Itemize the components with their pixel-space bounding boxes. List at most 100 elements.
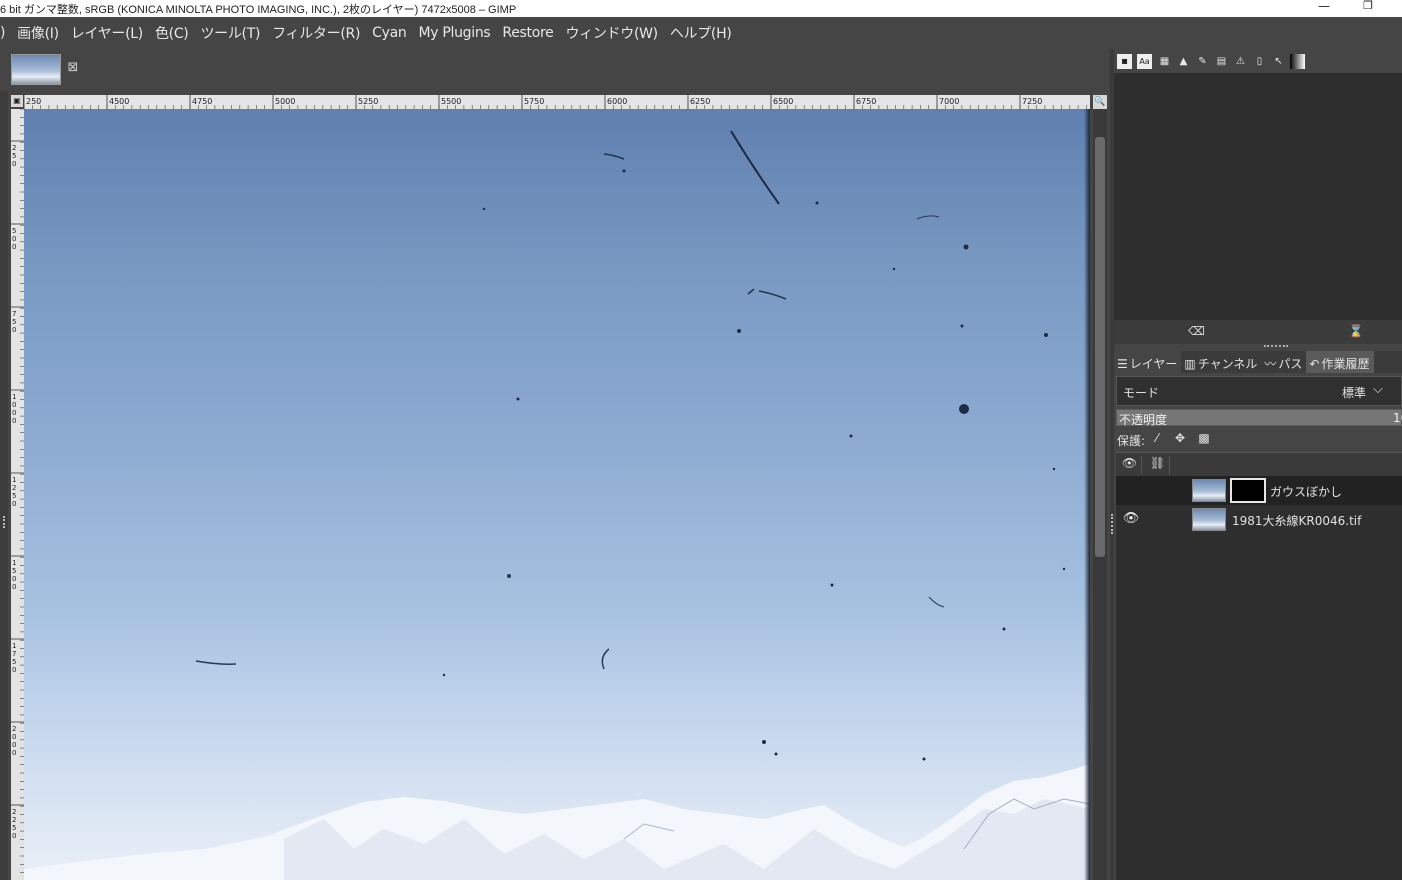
- menu-image[interactable]: 画像(I): [17, 23, 59, 43]
- reset-tool-options-icon[interactable]: ⌫: [1188, 324, 1205, 340]
- resize-grip[interactable]: [3, 516, 5, 528]
- vertical-scrollbar-thumb[interactable]: [1095, 137, 1105, 557]
- menu-restore[interactable]: Restore: [502, 25, 553, 41]
- ruler-label: 5250: [358, 97, 378, 106]
- ruler-label: 0: [12, 832, 16, 840]
- image-tab-bar: ⊠: [0, 49, 1110, 91]
- restore-button[interactable]: ❐: [1348, 0, 1388, 17]
- left-dock-strip[interactable]: [0, 91, 8, 880]
- vertical-ruler-ticks: 250500750100012501500175020002250: [11, 109, 24, 873]
- minimize-button[interactable]: —: [1304, 0, 1344, 17]
- opacity-slider[interactable]: 不透明度 10: [1116, 409, 1402, 427]
- chain-header-link-icon[interactable]: ⛓: [1146, 456, 1170, 474]
- paths-icon: 〰: [1264, 357, 1277, 371]
- close-tab-icon[interactable]: ⊠: [66, 61, 80, 75]
- layer-row-base[interactable]: 👁 1981大糸線KR0046.tif: [1116, 505, 1402, 534]
- menu-filters[interactable]: フィルター(R): [272, 23, 360, 43]
- ruler-label: 6250: [690, 97, 710, 106]
- ruler-label: 5000: [275, 97, 295, 106]
- menu-help[interactable]: ヘルプ(H): [670, 23, 732, 43]
- layer-mask-thumbnail[interactable]: [1230, 478, 1266, 503]
- ruler-label: 0: [12, 666, 16, 674]
- menu-partial[interactable]: ): [0, 25, 5, 41]
- zoom-fit-icon[interactable]: 🔍: [1093, 95, 1107, 109]
- tool-options-panel: [1114, 73, 1402, 320]
- lock-position-move-icon[interactable]: ✥: [1172, 431, 1188, 447]
- menu-colors[interactable]: 色(C): [155, 23, 189, 43]
- layers-list-header: 👁 ⛓: [1116, 452, 1402, 476]
- lock-pixels-brush-icon[interactable]: ⁄: [1149, 431, 1165, 447]
- ruler-label: 5: [12, 227, 16, 235]
- quick-mask-toggle-icon[interactable]: ▣: [11, 95, 23, 107]
- save-tool-preset-icon[interactable]: ⌛: [1348, 324, 1364, 340]
- ruler-label: 2: [12, 725, 16, 733]
- menu-my-plugins[interactable]: My Plugins: [418, 25, 490, 41]
- ruler-label: 2: [12, 144, 16, 152]
- canvas-edge-shadow: [1084, 109, 1090, 880]
- ruler-label: 2: [12, 808, 16, 816]
- photo-content: [24, 130, 1090, 880]
- ruler-label: 7000: [939, 97, 959, 106]
- layer-name[interactable]: 1981大糸線KR0046.tif: [1232, 512, 1361, 529]
- tab-channels[interactable]: ▥ チャンネル: [1181, 351, 1261, 373]
- ruler-label: 5: [12, 567, 16, 575]
- ruler-label: 4750: [192, 97, 212, 106]
- brushes-tab-icon[interactable]: ✎: [1195, 54, 1210, 69]
- warning-tab-icon[interactable]: ⚠: [1233, 54, 1248, 69]
- histogram-tab-icon[interactable]: ▲: [1176, 54, 1191, 69]
- ruler-label: 0: [12, 409, 16, 417]
- layer-thumbnail[interactable]: [1192, 479, 1226, 502]
- layer-name[interactable]: ガウスぼかし: [1270, 483, 1342, 500]
- ruler-label: 7: [12, 650, 16, 658]
- ruler-label: 5: [12, 492, 16, 500]
- tab-paths[interactable]: 〰 パス: [1261, 351, 1306, 373]
- ruler-label: 0: [12, 326, 16, 334]
- layer-mode-select[interactable]: モード 標準 ⌵: [1116, 376, 1402, 406]
- window-titlebar: 6 bit ガンマ整数, sRGB (KONICA MINOLTA PHOTO …: [0, 0, 1402, 17]
- vertical-scrollbar[interactable]: [1093, 109, 1107, 880]
- panel-separator-grip[interactable]: [1264, 345, 1288, 348]
- horizontal-ruler-ticks: 250 4500 4750 5000 5250 5500 5750 6000 6250 6500 6…: [24, 95, 1087, 109]
- tab-undo-history[interactable]: ↶ 作業履歴: [1306, 351, 1374, 373]
- tab-layers[interactable]: ☰ レイヤー: [1114, 351, 1182, 373]
- layer-thumbnail[interactable]: [1192, 508, 1226, 531]
- ruler-label: 0: [12, 583, 16, 591]
- ruler-label: 0: [12, 401, 16, 409]
- divider-grip[interactable]: [1111, 514, 1113, 534]
- menu-tools[interactable]: ツール(T): [200, 23, 260, 43]
- menu-layer[interactable]: レイヤー(L): [71, 23, 144, 43]
- ruler-label: 250: [26, 97, 41, 106]
- ruler-label: 0: [12, 733, 16, 741]
- mode-value: 標準: [1342, 386, 1367, 400]
- ruler-label: 1: [12, 642, 16, 650]
- image-canvas[interactable]: [24, 109, 1090, 880]
- gradient-swatch-icon[interactable]: [1290, 54, 1305, 69]
- gradients-tab-icon[interactable]: ▤: [1214, 54, 1229, 69]
- document-tab-icon[interactable]: ▯: [1252, 54, 1267, 69]
- image-tab-thumbnail[interactable]: [11, 54, 61, 85]
- visibility-eye-icon[interactable]: 👁: [1122, 511, 1140, 527]
- tab-layers-label: レイヤー: [1129, 357, 1178, 371]
- lock-alpha-checker-icon[interactable]: ▩: [1196, 431, 1212, 447]
- ruler-label: 5: [12, 824, 16, 832]
- ruler-label: 5: [12, 658, 16, 666]
- layer-row-gaussian-blur[interactable]: ガウスぼかし: [1116, 476, 1402, 505]
- ruler-label: 0: [12, 235, 16, 243]
- ruler-label: 0: [12, 243, 16, 251]
- tab-paths-label: パス: [1278, 357, 1303, 371]
- horizontal-ruler[interactable]: 250 4500 4750 5000 5250 5500 5750 6000 6250 6500 6…: [24, 95, 1090, 109]
- ruler-label: 5750: [524, 97, 544, 106]
- tool-options-tab-icon[interactable]: ▪: [1117, 54, 1132, 69]
- ruler-label: 0: [12, 160, 16, 168]
- ruler-label: 7250: [1022, 97, 1042, 106]
- layers-dock-tabs: ☰ レイヤー ▥ チャンネル 〰 パス ↶ 作業履歴: [1114, 351, 1402, 373]
- patterns-tab-icon[interactable]: ▦: [1157, 54, 1172, 69]
- menu-windows[interactable]: ウィンドウ(W): [565, 23, 658, 43]
- visibility-header-eye-icon[interactable]: 👁: [1118, 456, 1142, 474]
- fonts-tab-icon[interactable]: Aa: [1137, 54, 1152, 69]
- vertical-ruler[interactable]: 250500750100012501500175020002250: [11, 109, 24, 880]
- pointer-tab-icon[interactable]: ↖: [1271, 54, 1286, 69]
- menu-cyan[interactable]: Cyan: [372, 25, 407, 41]
- ruler-label: 2: [12, 816, 16, 824]
- ruler-label: 1: [12, 559, 16, 567]
